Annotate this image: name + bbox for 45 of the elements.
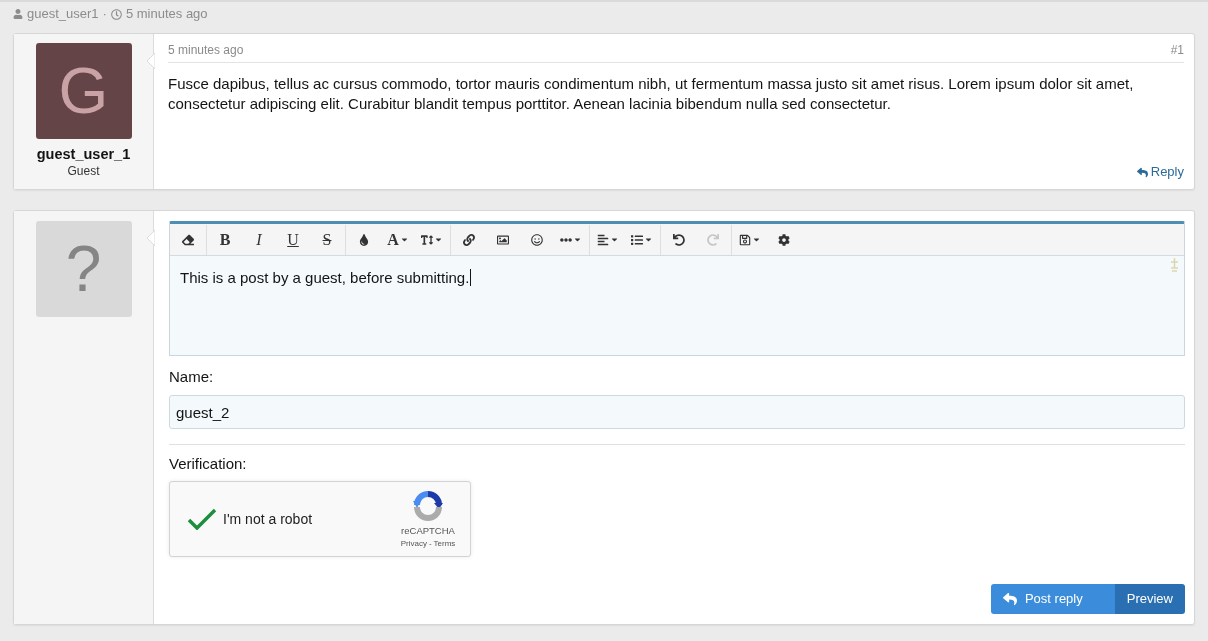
editor-field[interactable]: This is a post by a guest, before submitting. — [170, 256, 1184, 355]
align-left-icon — [597, 233, 609, 246]
draft-indicator-icon — [1170, 257, 1179, 272]
name-label: Name: — [169, 367, 215, 387]
recaptcha-brand: reCAPTCHA — [401, 524, 455, 537]
bold-button[interactable]: B — [208, 224, 242, 255]
text-height-icon — [421, 233, 433, 246]
captcha-label: I'm not a robot — [223, 509, 313, 529]
clock-icon — [110, 8, 122, 20]
link-icon — [463, 233, 475, 246]
avatar[interactable]: G — [35, 43, 132, 139]
user-icon — [13, 9, 23, 19]
terms-link[interactable]: Terms — [433, 538, 456, 549]
gear-icon — [778, 233, 790, 246]
save-icon — [739, 233, 751, 246]
link-separator: - — [428, 538, 432, 549]
redo-icon — [707, 233, 719, 246]
image-icon — [497, 233, 509, 246]
reply-link[interactable]: Reply — [1136, 164, 1184, 180]
list-icon — [631, 233, 643, 246]
separator-text: · — [102, 5, 107, 24]
italic-button[interactable]: I — [242, 224, 276, 255]
username-link[interactable]: guest_user_1 — [36, 145, 131, 163]
recaptcha-logo-icon — [412, 489, 444, 522]
privacy-link[interactable]: Privacy — [400, 538, 427, 549]
avatar-letter: G — [58, 59, 109, 123]
font-button[interactable]: A — [381, 224, 415, 255]
text-cursor — [470, 269, 472, 286]
post-body: Fusce dapibus, tellus ac cursus commodo, tortor mauris condimentum nibh, ut fermentum massa justo sit amet risus. Lorem ipsum dolor sit amet, consectetur adipiscing elit. Curabitur blandit tempus porttitor. Aenean lacinia bibendum nulla sed consectetur. — [168, 74, 1135, 114]
post-date: 5 minutes ago — [168, 42, 244, 58]
reply-icon — [1002, 592, 1017, 606]
post-time: 5 minutes ago — [125, 5, 208, 24]
question-mark: ? — [65, 237, 102, 301]
name-input[interactable]: guest_2 — [169, 395, 1185, 429]
check-icon[interactable] — [187, 508, 217, 530]
reply-icon — [1136, 166, 1148, 178]
user-title: Guest — [67, 163, 100, 179]
verification-label: Verification: — [169, 454, 248, 474]
underline-button[interactable]: U — [276, 224, 310, 255]
undo-icon — [673, 233, 685, 246]
eraser-icon — [182, 233, 194, 246]
droplet-icon — [358, 233, 370, 246]
preview-button[interactable]: Preview — [1114, 584, 1185, 614]
smiley-icon — [531, 233, 543, 246]
strikethrough-button[interactable]: S — [310, 224, 344, 255]
